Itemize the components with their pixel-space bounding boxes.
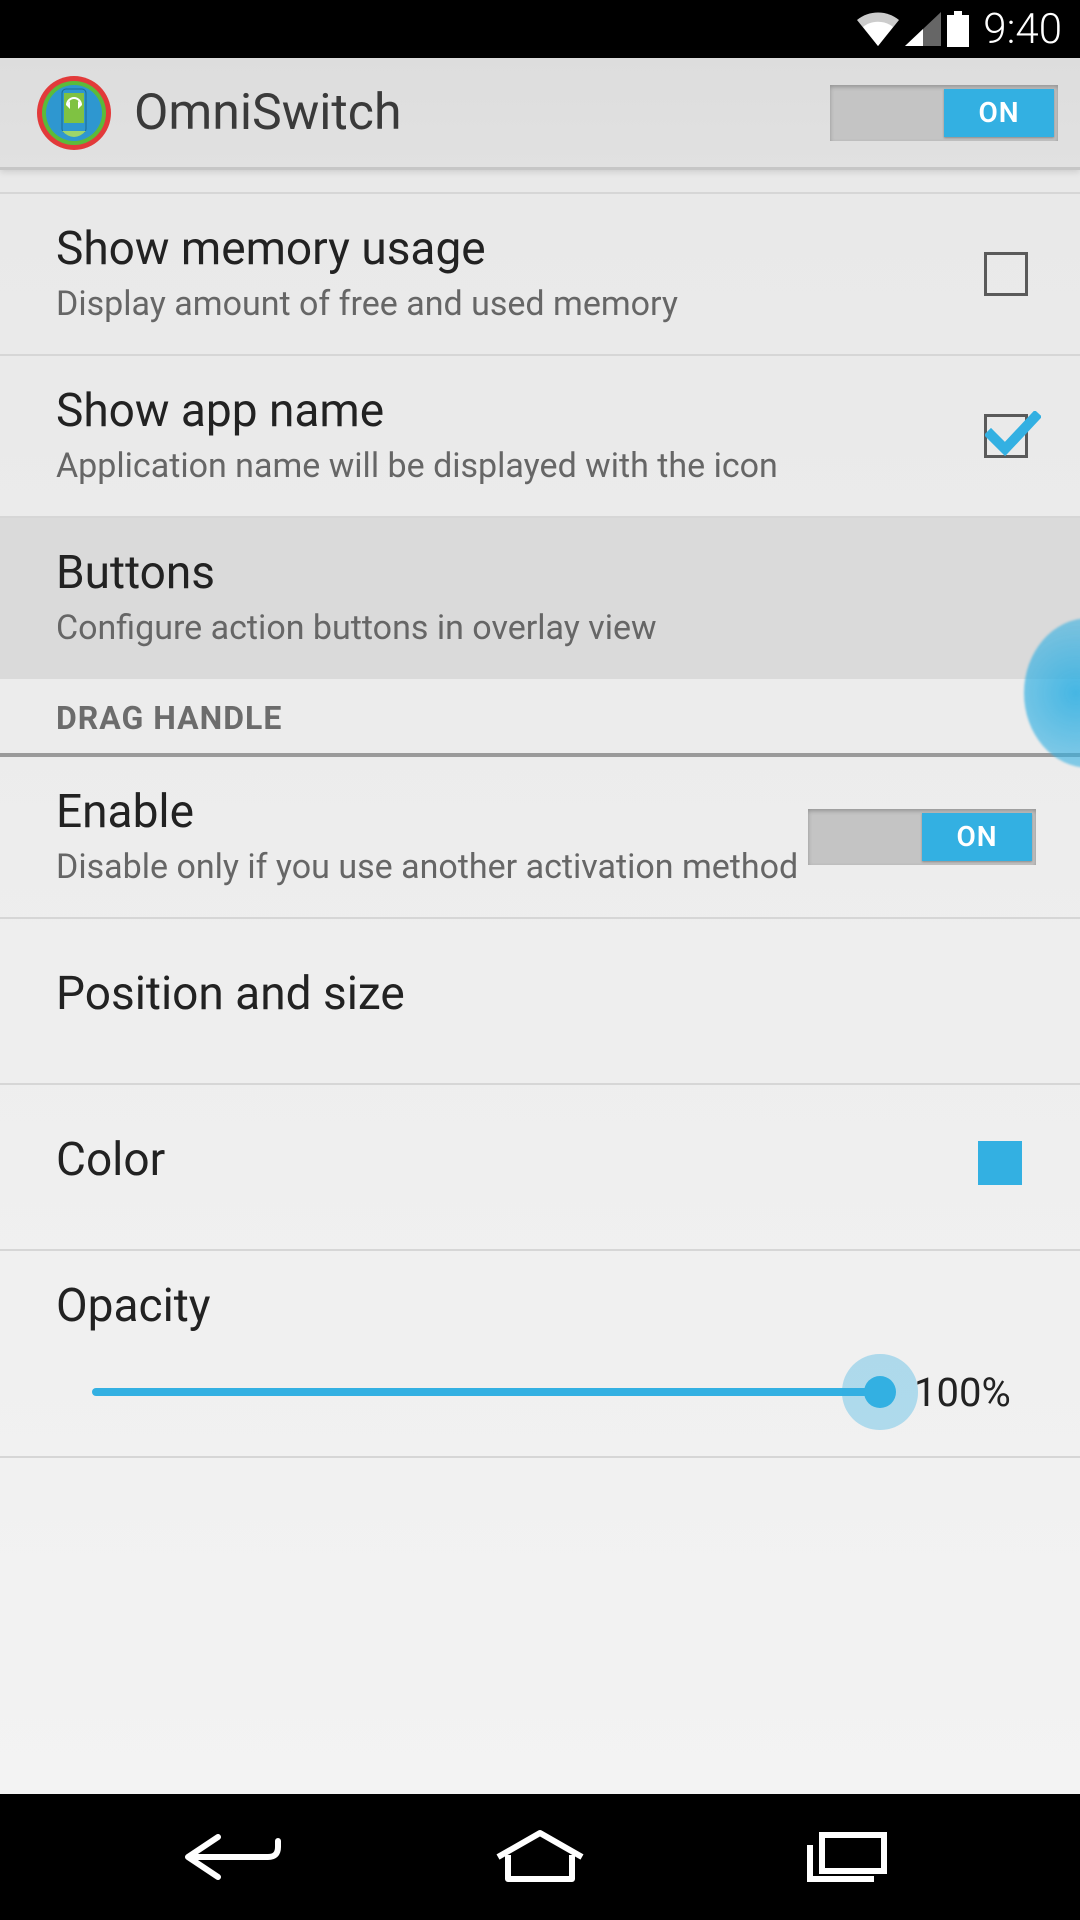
setting-show-app-name[interactable]: Show app name Application name will be d… — [0, 356, 1080, 518]
master-toggle[interactable]: ON — [830, 85, 1058, 141]
status-bar: 9:40 — [0, 0, 1080, 58]
setting-subtitle: Display amount of free and used memory — [56, 282, 954, 326]
checkbox-appname[interactable] — [984, 414, 1028, 458]
setting-opacity[interactable]: Opacity 100% — [0, 1251, 1080, 1458]
action-bar: OmniSwitch ON — [0, 58, 1080, 170]
setting-subtitle: Disable only if you use another activati… — [56, 845, 808, 889]
app-content: OmniSwitch ON Show memory usage Display … — [0, 58, 1080, 1794]
toggle-thumb-on: ON — [922, 813, 1032, 861]
nav-home-button[interactable] — [470, 1817, 610, 1897]
slider-thumb[interactable] — [864, 1376, 896, 1408]
nav-back-button[interactable] — [163, 1817, 303, 1897]
drag-enable-toggle[interactable]: ON — [808, 809, 1036, 865]
setting-buttons[interactable]: Buttons Configure action buttons in over… — [0, 518, 1080, 678]
settings-list: Show memory usage Display amount of free… — [0, 170, 1080, 1794]
signal-icon — [905, 12, 941, 46]
app-icon — [36, 75, 112, 151]
navigation-bar — [0, 1794, 1080, 1920]
setting-color[interactable]: Color — [0, 1085, 1080, 1251]
setting-title: Buttons — [56, 546, 1046, 600]
setting-title: Position and size — [56, 967, 1046, 1021]
checkbox-memory[interactable] — [984, 252, 1028, 296]
setting-show-memory[interactable]: Show memory usage Display amount of free… — [0, 192, 1080, 356]
setting-title: Show app name — [56, 384, 954, 438]
setting-drag-enable[interactable]: Enable Disable only if you use another a… — [0, 757, 1080, 919]
setting-subtitle: Application name will be displayed with … — [56, 444, 954, 488]
opacity-value: 100% — [914, 1369, 1024, 1416]
section-header-drag-handle: DRAG HANDLE — [0, 679, 1080, 757]
page-title: OmniSwitch — [134, 84, 830, 142]
section-header-label: DRAG HANDLE — [56, 699, 1046, 737]
toggle-thumb-on: ON — [944, 89, 1054, 137]
setting-title: Color — [56, 1133, 978, 1187]
setting-position-size[interactable]: Position and size — [0, 919, 1080, 1085]
setting-subtitle: Configure action buttons in overlay view — [56, 606, 1046, 650]
setting-title: Enable — [56, 785, 808, 839]
setting-title: Show memory usage — [56, 222, 954, 276]
opacity-slider[interactable] — [56, 1374, 892, 1410]
wifi-icon — [857, 12, 899, 46]
nav-recents-button[interactable] — [777, 1817, 917, 1897]
battery-icon — [947, 11, 969, 47]
color-swatch — [978, 1141, 1022, 1185]
setting-title: Opacity — [56, 1279, 1024, 1333]
status-clock: 9:40 — [983, 5, 1062, 54]
